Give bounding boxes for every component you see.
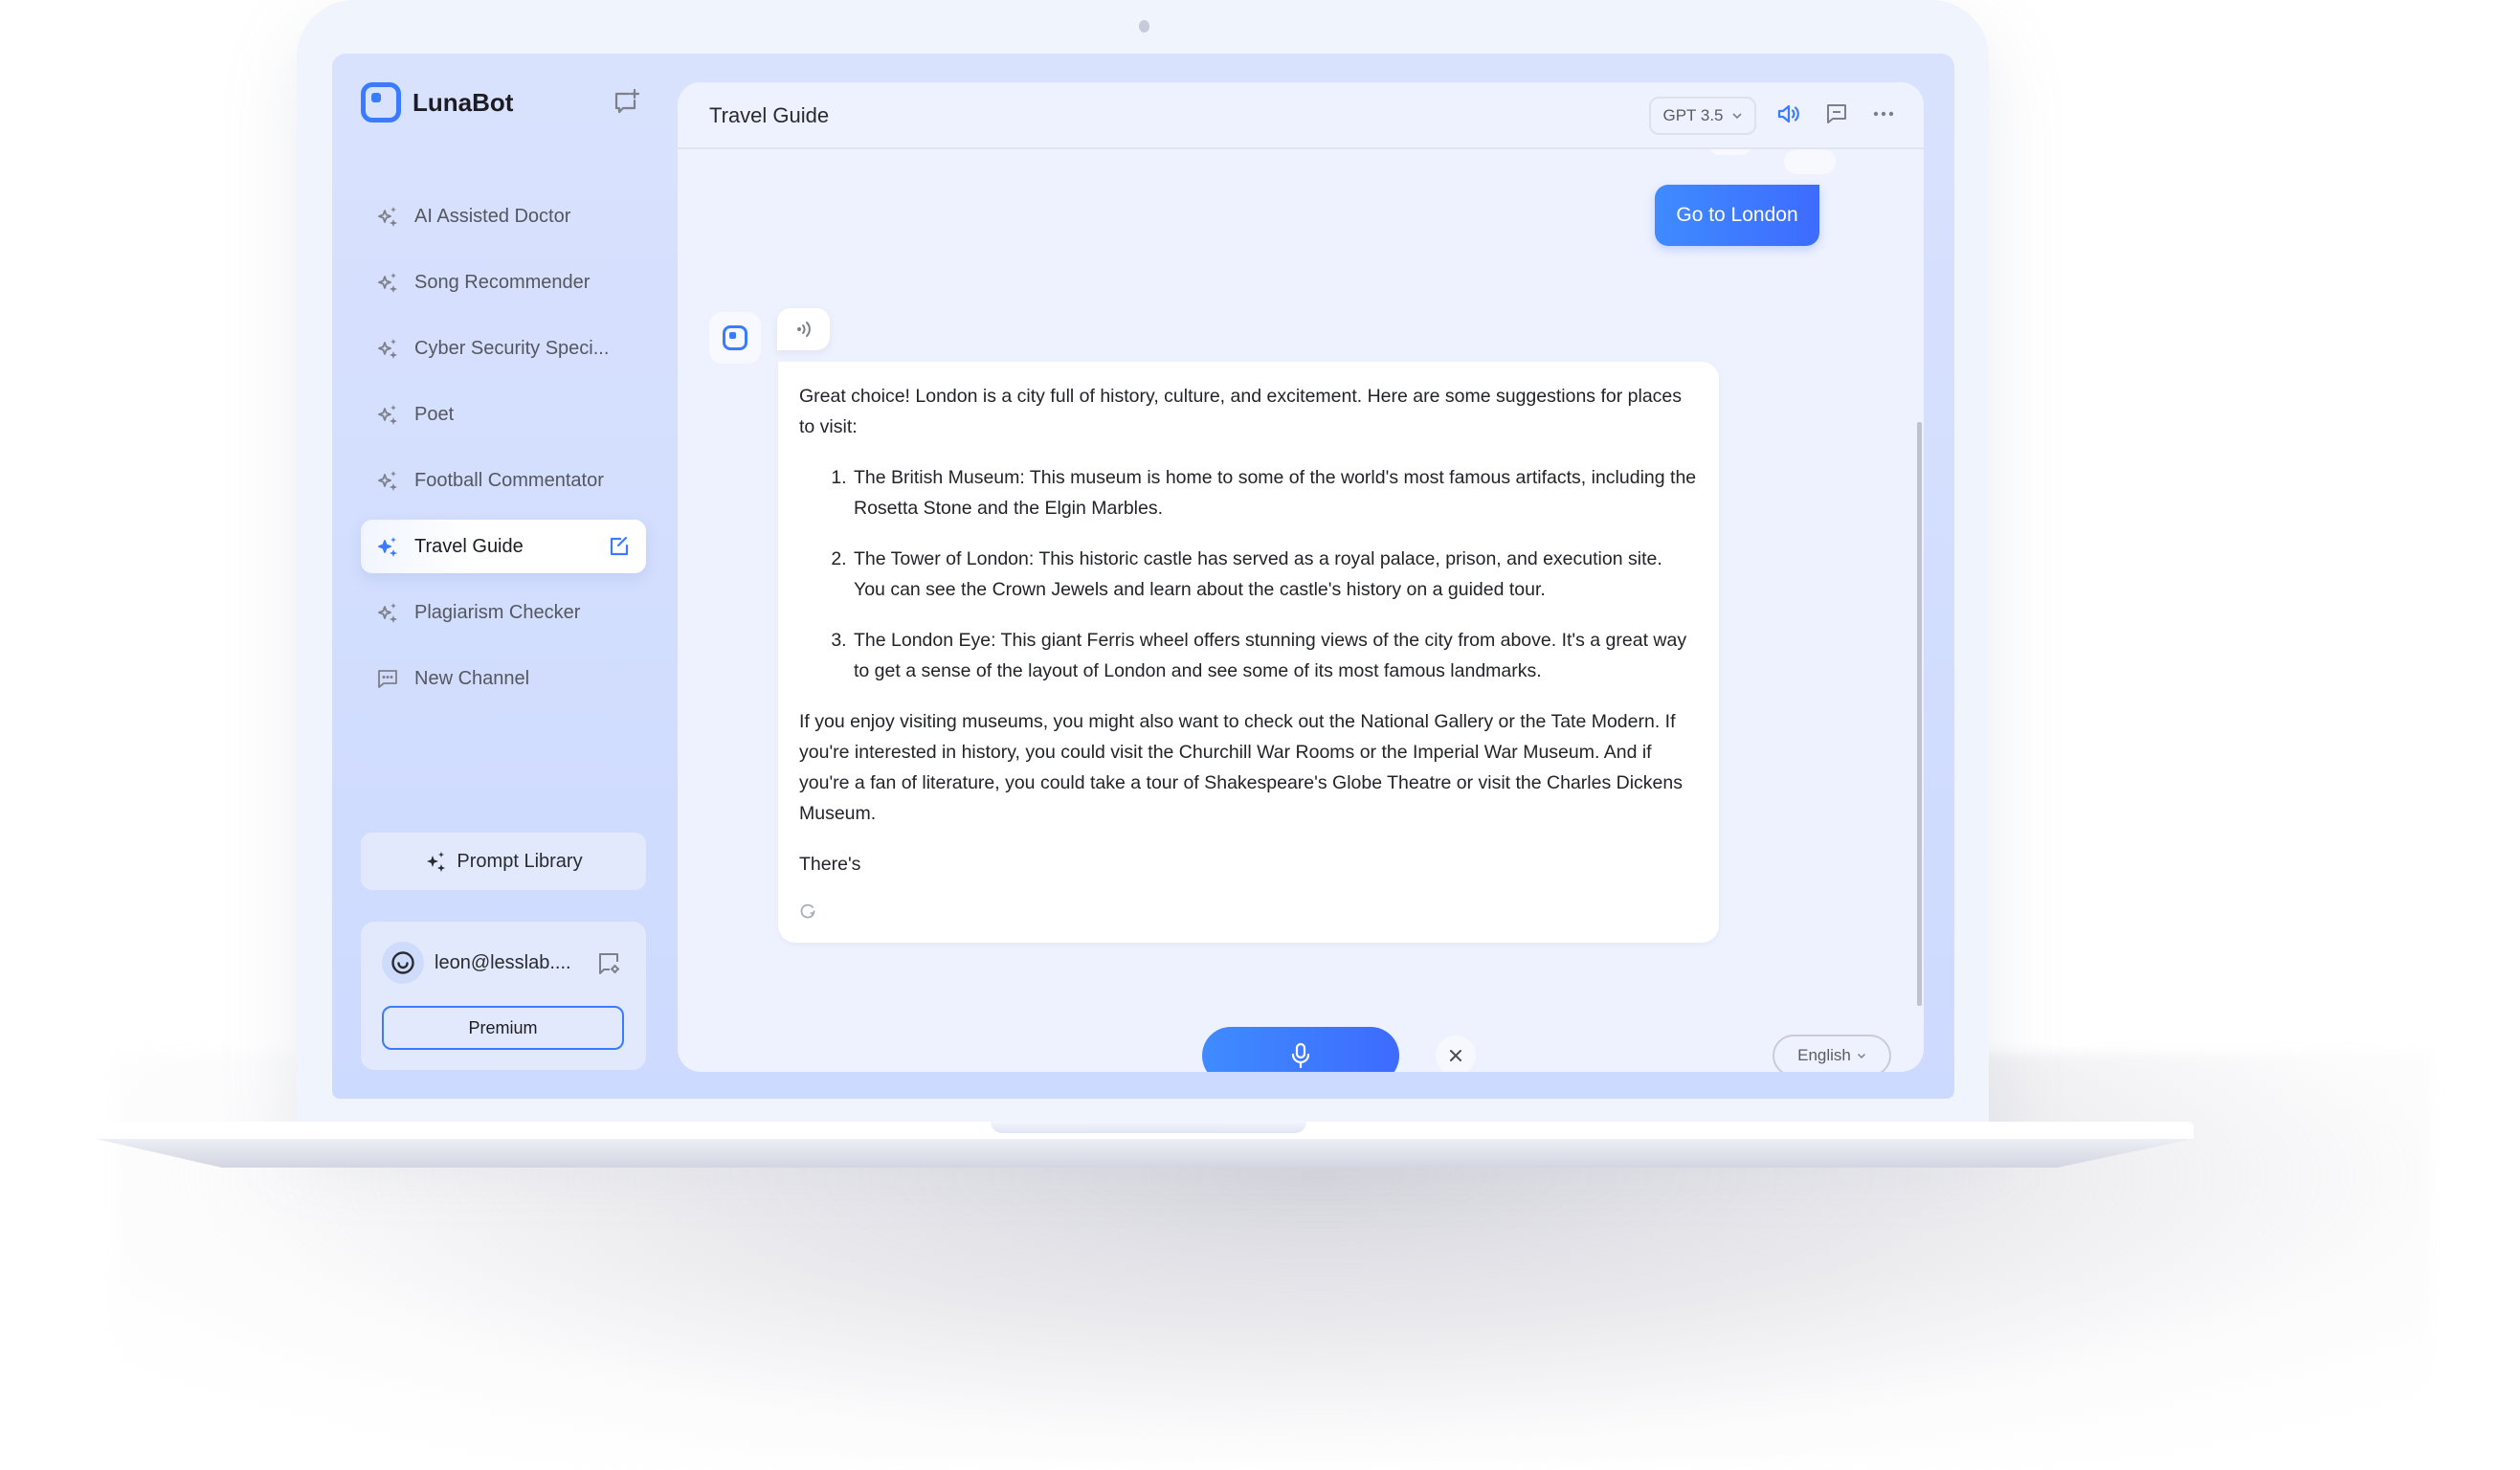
language-select[interactable]: English (1773, 1035, 1891, 1072)
app-window: LunaBot AI Assisted Doctor Song Recommen… (332, 54, 1954, 1099)
laptop-base-edge (96, 1139, 2194, 1168)
avatar[interactable] (382, 942, 424, 984)
list-item: The London Eye: This giant Ferris wheel … (852, 625, 1698, 686)
edit-icon (610, 536, 629, 556)
channel-list: AI Assisted Doctor Song Recommender Cybe… (361, 189, 646, 718)
bot-message: Great choice! London is a city full of h… (778, 362, 1719, 943)
loading-spinner-icon (800, 903, 815, 919)
play-audio-button[interactable] (777, 308, 830, 350)
chat-header: Travel Guide GPT 3.5 (678, 82, 1924, 149)
chat-settings-icon (599, 953, 619, 974)
model-select-value: GPT 3.5 (1662, 106, 1724, 124)
sidebar-item-label: AI Assisted Doctor (414, 205, 571, 227)
speaker-button[interactable] (1774, 100, 1803, 128)
sidebar-item-label: Football Commentator (414, 469, 604, 491)
chevron-down-icon (1857, 1053, 1865, 1058)
sidebar-item-poet[interactable]: Poet (361, 388, 646, 441)
sidebar-item-ai-assisted-doctor[interactable]: AI Assisted Doctor (361, 189, 646, 243)
sidebar-item-new-channel[interactable]: New Channel (361, 652, 646, 705)
lunabot-logo-icon (723, 325, 747, 350)
user-card: leon@lesslab.... Premium (361, 922, 646, 1070)
camera-dot (1139, 20, 1149, 33)
sidebar-item-plagiarism-checker[interactable]: Plagiarism Checker (361, 586, 646, 639)
sidebar: LunaBot AI Assisted Doctor Song Recommen… (332, 54, 658, 1099)
new-chat-button[interactable] (612, 88, 640, 117)
close-icon (1450, 1050, 1461, 1061)
bot-message-streaming: There's (799, 854, 861, 875)
sparkles-icon (376, 337, 399, 360)
more-options-button[interactable] (1869, 100, 1898, 128)
user-message: Go to London (1655, 185, 1819, 246)
language-select-value: English (1797, 1046, 1851, 1064)
chat-history-button[interactable] (1822, 100, 1851, 128)
user-settings-button[interactable] (596, 950, 621, 975)
sparkles-icon (376, 469, 399, 492)
more-horizontal-icon (1873, 111, 1894, 117)
sparkles-icon (376, 205, 399, 228)
laptop-notch (991, 1122, 1306, 1133)
scrollbar[interactable] (1917, 422, 1922, 1006)
voice-input-button[interactable] (1202, 1027, 1399, 1072)
app-name: LunaBot (413, 87, 514, 117)
smiley-icon (391, 951, 414, 974)
bot-message-paragraph: If you enjoy visiting museums, you might… (799, 711, 1683, 824)
edit-channel-button[interactable] (608, 535, 631, 558)
brand: LunaBot (361, 82, 513, 122)
audio-wave-icon (796, 322, 811, 337)
sidebar-item-label: Cyber Security Speci... (414, 337, 610, 359)
chat-bubble-icon (376, 667, 399, 690)
model-select[interactable]: GPT 3.5 (1649, 97, 1756, 135)
sidebar-item-label: New Channel (414, 667, 530, 689)
sidebar-item-song-recommender[interactable]: Song Recommender (361, 256, 646, 309)
microphone-icon (1291, 1042, 1310, 1069)
sidebar-item-football-commentator[interactable]: Football Commentator (361, 454, 646, 507)
prompt-library-label: Prompt Library (457, 850, 583, 872)
sidebar-item-cyber-security[interactable]: Cyber Security Speci... (361, 322, 646, 375)
sparkles-icon (427, 852, 446, 872)
suggestions-list: The British Museum: This museum is home … (799, 462, 1698, 686)
sidebar-item-travel-guide[interactable]: Travel Guide (361, 520, 646, 573)
sparkles-icon (376, 403, 399, 426)
bot-message-intro: Great choice! London is a city full of h… (799, 386, 1683, 437)
page-title: Travel Guide (709, 103, 830, 127)
sidebar-item-label: Travel Guide (414, 535, 524, 557)
prompt-library-button[interactable]: Prompt Library (361, 833, 646, 890)
lunabot-logo-icon (361, 82, 401, 122)
list-item: The British Museum: This museum is home … (852, 462, 1698, 523)
message-action-pill (1784, 149, 1836, 174)
list-item: The Tower of London: This historic castl… (852, 544, 1698, 605)
sidebar-item-label: Poet (414, 403, 455, 425)
user-email: leon@lesslab.... (435, 952, 571, 973)
chevron-down-icon (1731, 113, 1742, 120)
chat-panel: Travel Guide GPT 3.5 Go to London Great … (678, 82, 1924, 1072)
user-message-text: Go to London (1676, 204, 1798, 226)
sidebar-item-label: Song Recommender (414, 271, 591, 293)
message-icon (1827, 104, 1846, 123)
sidebar-item-label: Plagiarism Checker (414, 601, 581, 623)
sparkles-icon (376, 271, 399, 294)
chat-plus-icon (614, 88, 640, 114)
cancel-button[interactable] (1436, 1036, 1476, 1072)
speaker-icon (1777, 104, 1799, 123)
bot-avatar (709, 312, 761, 364)
sparkles-icon (376, 535, 399, 558)
premium-button[interactable]: Premium (382, 1006, 624, 1050)
sparkles-icon (376, 601, 399, 624)
